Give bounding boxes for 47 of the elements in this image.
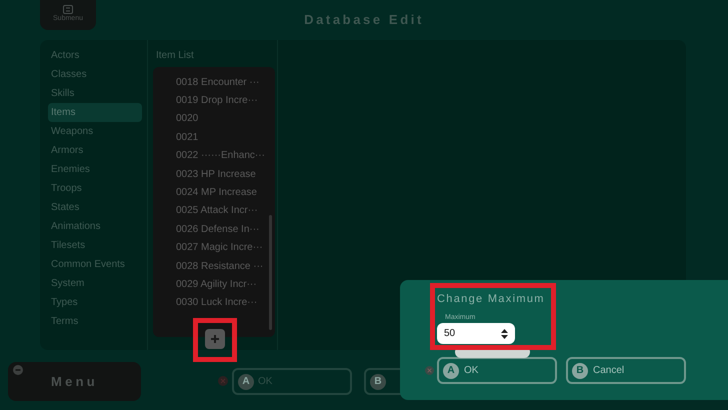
minus-circle-icon (13, 365, 23, 375)
sidebar-item[interactable]: Armors (48, 141, 142, 160)
item-row[interactable]: 0030 Luck Incre··· (176, 294, 275, 312)
item-row[interactable]: 0021 (176, 128, 275, 147)
item-row[interactable]: 0029 Agility Incr··· (176, 275, 275, 294)
item-row[interactable]: 0020 (176, 110, 275, 128)
sidebar-item[interactable]: Classes (48, 65, 142, 84)
close-icon (218, 376, 228, 386)
dialog-button[interactable]: B Cancel (566, 357, 686, 384)
button-badge-icon: A (443, 362, 459, 378)
item-row[interactable]: 0018 Encounter ··· (176, 73, 275, 92)
button-badge-icon: B (370, 374, 386, 390)
spinner-arrows-icon (501, 328, 508, 338)
plus-icon (210, 334, 220, 344)
sidebar-item[interactable]: Terms (48, 312, 142, 331)
keyboard-icon (63, 5, 73, 14)
dialog-title: Change Maximum (437, 292, 546, 307)
sidebar-item[interactable]: Items (48, 103, 142, 122)
button-badge-icon: B (572, 362, 588, 378)
item-row[interactable]: 0025 Attack Incr··· (176, 202, 275, 220)
close-icon (425, 366, 434, 375)
sidebar-item[interactable]: Common Events (48, 255, 142, 274)
item-row[interactable]: 0023 HP Increase (176, 164, 275, 184)
highlight-frame (193, 318, 237, 362)
sidebar-item[interactable]: Skills (48, 84, 142, 103)
add-button[interactable] (205, 329, 225, 349)
item-row[interactable]: 0022 ······Enhanc··· (176, 146, 275, 165)
screen-title: Database Edit (304, 11, 424, 30)
sidebar-item[interactable]: Troops (48, 179, 142, 198)
item-row[interactable]: 0024 MP Increase (176, 183, 275, 202)
sidebar-item[interactable]: Actors (48, 46, 142, 65)
item-row[interactable]: 0028 Resistance ··· (176, 256, 275, 276)
sidebar-item[interactable]: System (48, 274, 142, 293)
sidebar-item[interactable]: Enemies (48, 160, 142, 179)
menu-button[interactable]: Menu (8, 362, 141, 401)
number-field[interactable]: 50 (437, 323, 515, 344)
item-row[interactable]: 0027 Magic Incre··· (176, 238, 275, 257)
dialog-button[interactable]: A OK (437, 357, 557, 384)
item-row[interactable]: 0019 Drop Incre··· (176, 91, 275, 110)
item-list-heading: Item List (155, 49, 195, 63)
sidebar-item[interactable]: Types (48, 293, 142, 312)
sidebar-item[interactable]: Weapons (48, 122, 142, 141)
sidebar-item[interactable]: Animations (48, 217, 142, 236)
item-row[interactable]: 0026 Defense In··· (176, 220, 275, 239)
sidebar-item[interactable]: Tilesets (48, 236, 142, 255)
button-badge-icon: A (238, 374, 254, 390)
sidebar-item[interactable]: States (48, 198, 142, 217)
